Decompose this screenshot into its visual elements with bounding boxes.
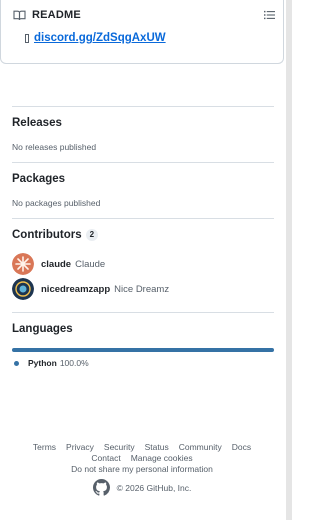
footer-links-row1: Terms Privacy Security Status Community Docs (0, 442, 284, 452)
readme-title: README (32, 9, 81, 21)
footer-link-community[interactable]: Community (179, 442, 222, 452)
language-bar-segment-python (12, 348, 274, 352)
avatar[interactable] (12, 253, 34, 275)
contributor-login[interactable]: nicedreamzapp (41, 284, 110, 295)
packages-heading[interactable]: Packages (12, 173, 65, 185)
avatar[interactable] (12, 278, 34, 300)
contributors-heading[interactable]: Contributors 2 (12, 229, 99, 241)
divider (12, 312, 274, 313)
divider (12, 106, 274, 107)
language-name: Python (28, 358, 57, 368)
languages-heading: Languages (12, 323, 73, 335)
footer-bottom: © 2026 GitHub, Inc. (0, 479, 284, 496)
language-color-dot (14, 360, 19, 366)
footer-link-docs[interactable]: Docs (232, 442, 251, 452)
footer-links-row2: Contact Manage cookies (0, 453, 284, 463)
github-mark-icon[interactable] (92, 479, 110, 496)
divider (12, 162, 274, 163)
footer-links-row3: Do not share my personal information (0, 464, 284, 474)
missing-glyph-icon (25, 33, 29, 43)
footer-link-manage-cookies[interactable]: Manage cookies (131, 453, 193, 463)
readme-card: README discord.gg/ZdSqgAxUW (0, 0, 284, 64)
releases-empty-text: No releases published (12, 142, 97, 152)
packages-empty-text: No packages published (12, 198, 101, 208)
list-unordered-icon[interactable] (264, 10, 275, 20)
footer-link-terms[interactable]: Terms (33, 442, 56, 452)
readme-link-row: discord.gg/ZdSqgAxUW (25, 32, 166, 44)
contributor-name: Claude (75, 258, 106, 270)
contributor-login[interactable]: claude (41, 259, 71, 270)
footer-link-security[interactable]: Security (104, 442, 135, 452)
copyright: © 2026 GitHub, Inc. (116, 482, 192, 493)
readme-header: README (13, 8, 81, 22)
discord-link[interactable]: discord.gg/ZdSqgAxUW (34, 32, 166, 44)
language-percent: 100.0% (59, 358, 89, 368)
language-item[interactable]: Python 100.0% (14, 358, 89, 368)
language-bar (12, 348, 274, 352)
divider (12, 218, 274, 219)
window-edge (286, 0, 292, 520)
contributor-name: Nice Dreamz (114, 283, 170, 295)
releases-heading[interactable]: Releases (12, 117, 62, 129)
book-icon (13, 10, 26, 20)
footer-link-do-not-share[interactable]: Do not share my personal information (71, 464, 213, 474)
contributors-heading-label: Contributors (12, 229, 82, 241)
contributor-item[interactable]: nicedreamzapp Nice Dreamz (12, 278, 169, 300)
footer-link-status[interactable]: Status (145, 442, 169, 452)
contributor-item[interactable]: claude Claude (12, 253, 105, 275)
footer-link-privacy[interactable]: Privacy (66, 442, 94, 452)
footer-link-contact[interactable]: Contact (91, 453, 120, 463)
contributors-count-badge: 2 (85, 229, 99, 241)
